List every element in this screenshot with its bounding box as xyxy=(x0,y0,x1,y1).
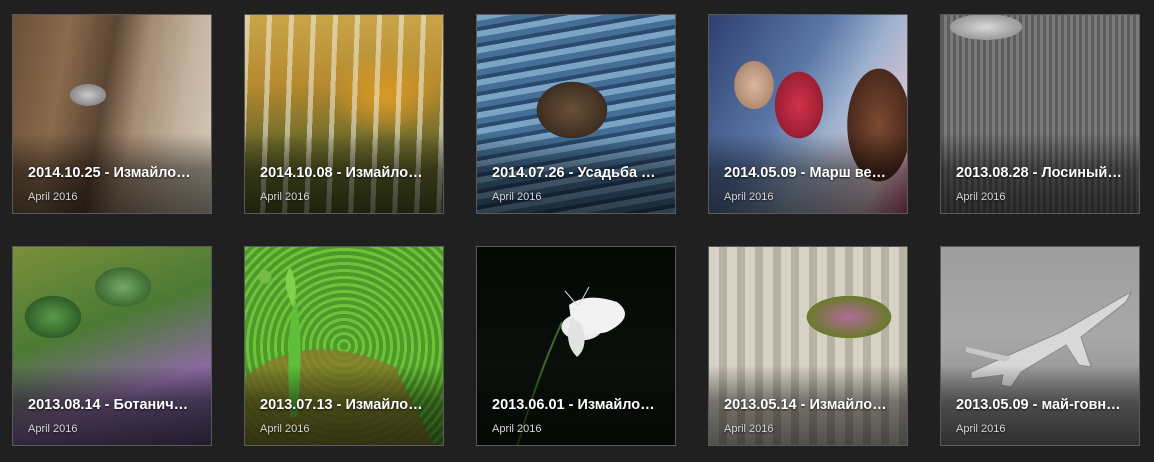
album-title: 2014.10.08 - Измайло… xyxy=(260,165,423,181)
album-date: April 2016 xyxy=(724,191,774,203)
album-date: April 2016 xyxy=(956,191,1006,203)
album-date: April 2016 xyxy=(956,423,1006,435)
album-date: April 2016 xyxy=(260,191,310,203)
album-date: April 2016 xyxy=(28,423,78,435)
album-tile[interactable]: 2013.06.01 - Измайло… April 2016 xyxy=(476,246,676,446)
album-title: 2013.05.14 - Измайло… xyxy=(724,397,887,413)
album-date: April 2016 xyxy=(260,423,310,435)
album-date: April 2016 xyxy=(724,423,774,435)
album-date: April 2016 xyxy=(492,423,542,435)
album-title: 2013.06.01 - Измайло… xyxy=(492,397,655,413)
album-title: 2014.07.26 - Усадьба … xyxy=(492,165,656,181)
album-date: April 2016 xyxy=(28,191,78,203)
album-tile[interactable]: 2013.08.14 - Ботанич… April 2016 xyxy=(12,246,212,446)
album-tile[interactable]: 2013.07.13 - Измайло… April 2016 xyxy=(244,246,444,446)
album-tile[interactable]: 2014.05.09 - Марш ве… April 2016 xyxy=(708,14,908,214)
album-title: 2013.08.28 - Лосиный… xyxy=(956,165,1122,181)
album-tile[interactable]: 2013.08.28 - Лосиный… April 2016 xyxy=(940,14,1140,214)
album-title: 2013.07.13 - Измайло… xyxy=(260,397,423,413)
album-title: 2014.05.09 - Марш ве… xyxy=(724,165,887,181)
album-date: April 2016 xyxy=(492,191,542,203)
album-tile[interactable]: 2014.10.25 - Измайло… April 2016 xyxy=(12,14,212,214)
album-title: 2014.10.25 - Измайло… xyxy=(28,165,191,181)
album-title: 2013.08.14 - Ботанич… xyxy=(28,397,189,413)
album-tile[interactable]: 2013.05.14 - Измайло… April 2016 xyxy=(708,246,908,446)
album-tile[interactable]: 2014.07.26 - Усадьба … April 2016 xyxy=(476,14,676,214)
album-title: 2013.05.09 - май-говн… xyxy=(956,397,1121,413)
album-tile[interactable]: 2014.10.08 - Измайло… April 2016 xyxy=(244,14,444,214)
album-grid: 2014.10.25 - Измайло… April 2016 2014.10… xyxy=(0,0,1154,462)
album-tile[interactable]: 2013.05.09 - май-говн… April 2016 xyxy=(940,246,1140,446)
